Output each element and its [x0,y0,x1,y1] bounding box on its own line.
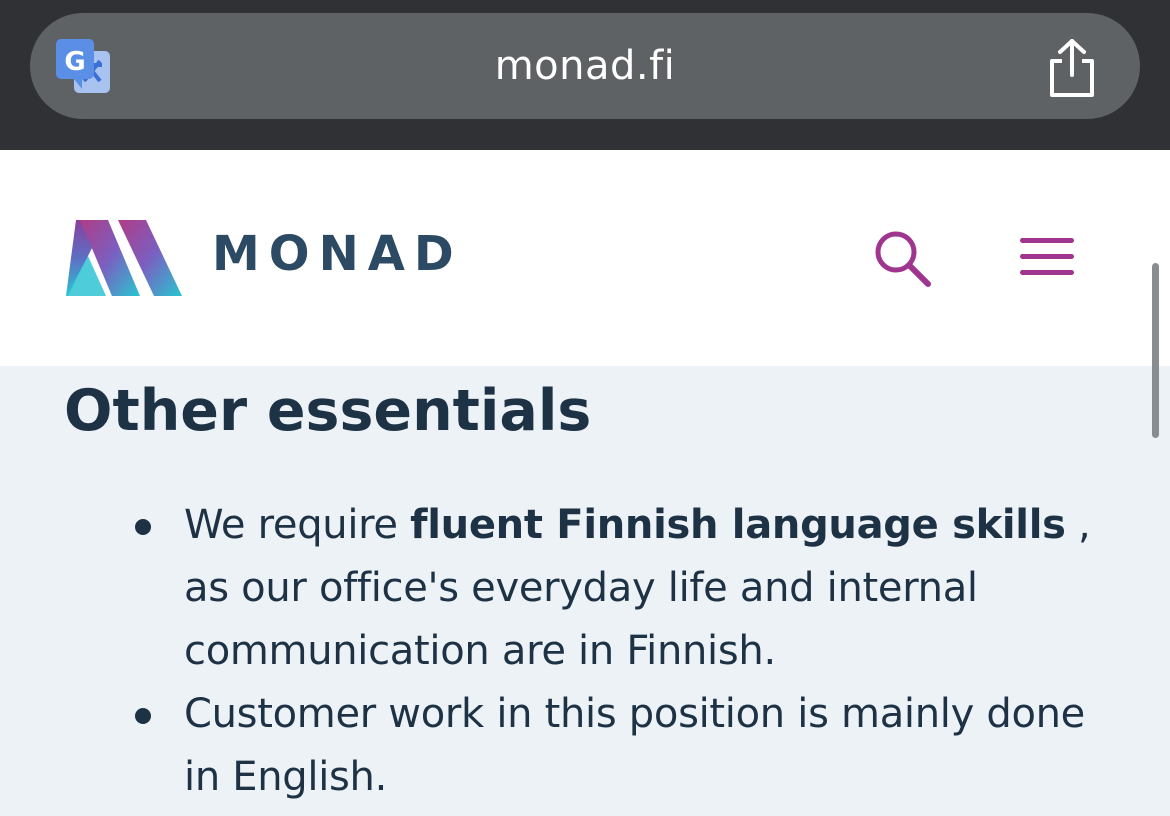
search-icon [875,231,931,287]
section-title: Other essentials [64,378,592,444]
list-item: We require fluent Finnish language skill… [0,494,1104,683]
main-content: Other essentials We require fluent Finni… [0,366,1170,816]
scrollbar[interactable] [1152,263,1159,438]
list-item-emphasis: fluent Finnish language skills [410,502,1066,548]
monad-logo-mark [66,220,182,296]
url-field[interactable]: G monad.fi [30,13,1140,119]
url-text: monad.fi [494,43,676,89]
monad-logo[interactable]: MONAD [66,216,476,300]
site-header: MONAD [0,150,1170,366]
hamburger-menu-icon [1020,238,1074,275]
list-item-text: We require [184,502,411,548]
logo-wordmark: MONAD [212,226,463,282]
menu-button[interactable] [1018,236,1076,278]
list-item-text: Customer work in this position is mainly… [184,691,1085,800]
bullet-icon [135,519,151,535]
bullet-icon [135,708,151,724]
share-icon [1050,39,1094,97]
list-item: Customer work in this position is mainly… [0,683,1104,809]
requirements-list: We require fluent Finnish language skill… [0,494,1170,809]
browser-address-bar: G monad.fi [0,0,1170,150]
search-button[interactable] [872,228,934,290]
share-button[interactable] [1044,37,1100,99]
